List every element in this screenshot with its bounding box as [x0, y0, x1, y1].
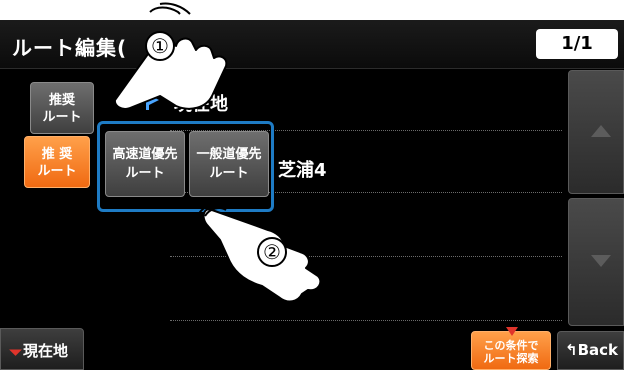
step-1-label: ①: [151, 34, 169, 58]
hand-pointer-icon: ① ②: [113, 2, 322, 303]
step-2-label: ②: [263, 240, 281, 264]
